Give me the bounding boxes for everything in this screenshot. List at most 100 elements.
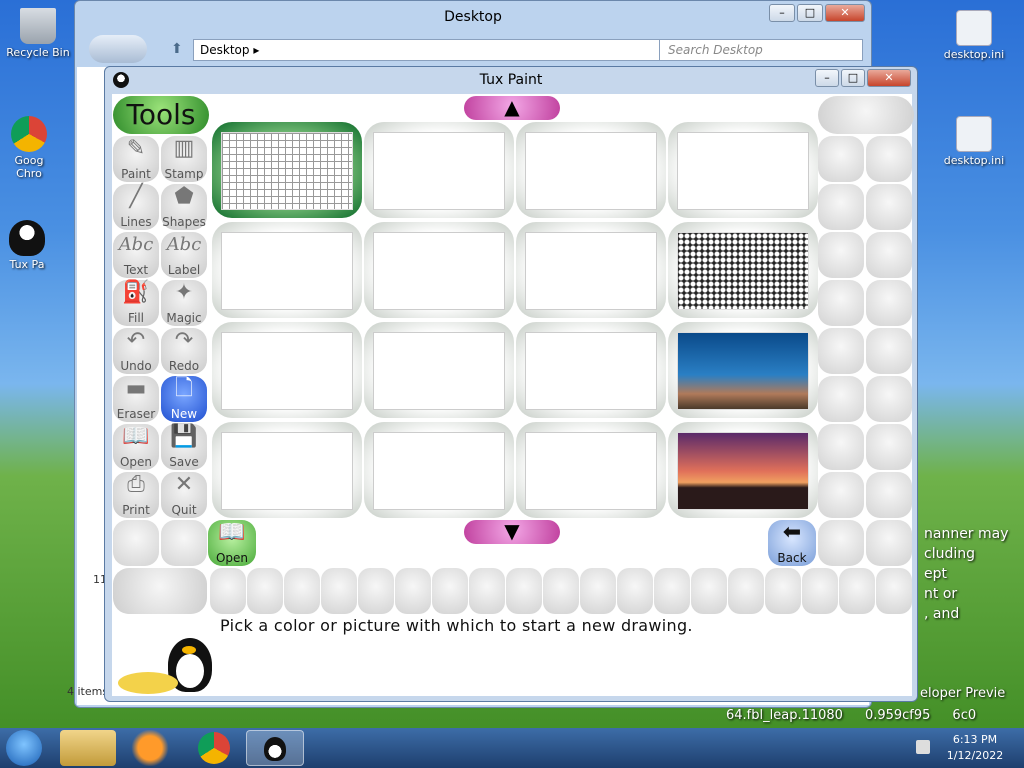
tux-close-button[interactable]: ✕ <box>867 69 911 87</box>
template-hexagons[interactable] <box>668 222 818 318</box>
color-swatch[interactable] <box>728 568 764 614</box>
explorer-close-button[interactable]: ✕ <box>825 4 865 22</box>
lines-icon: ╱ <box>129 184 143 209</box>
chrome-taskbar-button[interactable] <box>198 732 230 764</box>
tool-undo-button[interactable]: ↶ Undo <box>113 328 159 374</box>
selector-slot <box>818 328 864 374</box>
tool-print-button[interactable]: ⎙ Print <box>113 472 159 518</box>
color-swatch[interactable] <box>876 568 912 614</box>
puzzle-large-image <box>221 232 353 310</box>
template-hat[interactable] <box>364 122 514 218</box>
up-arrow-icon[interactable]: ⬆ <box>171 41 183 57</box>
tux-paint-shortcut-icon[interactable]: Tux Pa <box>2 220 52 271</box>
tool-label-button[interactable]: Abc Label <box>161 232 207 278</box>
selector-slot <box>866 424 912 470</box>
search-input[interactable]: Search Desktop <box>659 39 863 61</box>
color-swatch[interactable] <box>395 568 431 614</box>
tool-redo-button[interactable]: ↷ Redo <box>161 328 207 374</box>
template-dolphins[interactable] <box>516 222 666 318</box>
template-skull[interactable] <box>516 422 666 518</box>
recycle-bin-icon[interactable]: Recycle Bin <box>4 8 72 59</box>
tool-paint-button[interactable]: ✎ Paint <box>113 136 159 182</box>
color-swatch[interactable] <box>543 568 579 614</box>
color-swatch[interactable] <box>654 568 690 614</box>
back-forward-buttons[interactable] <box>89 35 147 63</box>
tool-label: Save <box>169 455 199 469</box>
scroll-down-button[interactable]: ▼ <box>464 520 560 544</box>
template-car[interactable] <box>364 322 514 418</box>
template-rocket[interactable] <box>212 422 362 518</box>
tux-canvas-area[interactable]: Tools ✎ Paint ▥ Stamp ╱ Lines ⬟ Shapes Abc Text Ab… <box>112 94 914 696</box>
tux-taskbar-icon <box>264 737 286 761</box>
tool-fill-button[interactable]: ⛽ Fill <box>113 280 159 326</box>
template-stained-glass-flower[interactable] <box>516 322 666 418</box>
color-swatch[interactable] <box>284 568 320 614</box>
selector-slot <box>866 184 912 230</box>
tool-quit-button[interactable]: ✕ Quit <box>161 472 207 518</box>
google-chrome-icon[interactable]: Goog Chro <box>2 116 56 180</box>
start-button[interactable] <box>6 730 42 766</box>
tool-label: Redo <box>168 359 200 373</box>
firefox-taskbar-button[interactable] <box>126 730 174 766</box>
back-button[interactable]: ⬅ Back <box>768 520 816 566</box>
dolphins-image <box>525 232 657 310</box>
selector-slot <box>866 472 912 518</box>
color-swatch[interactable] <box>506 568 542 614</box>
color-swatch[interactable] <box>691 568 727 614</box>
template-grid-paper[interactable] <box>212 122 362 218</box>
template-palm-sunset[interactable] <box>668 422 818 518</box>
down-triangle-icon: ▼ <box>504 519 520 543</box>
color-swatch[interactable] <box>839 568 875 614</box>
desktop-ini-icon-2[interactable]: desktop.ini <box>940 116 1008 167</box>
address-bar[interactable]: Desktop ▸ <box>193 39 721 61</box>
color-swatch[interactable] <box>432 568 468 614</box>
template-puzzle-small[interactable] <box>364 222 514 318</box>
tool-eraser-button[interactable]: ▬ Eraser <box>113 376 159 422</box>
tool-new-button[interactable]: 🗋 New <box>161 376 207 422</box>
color-swatch[interactable] <box>580 568 616 614</box>
blank-selector-slot <box>818 520 864 566</box>
color-swatch[interactable] <box>210 568 246 614</box>
template-underwater-reef[interactable] <box>668 322 818 418</box>
template-puzzle[interactable] <box>668 122 818 218</box>
watermark-part: 64.fbl_leap.11080 <box>726 708 843 723</box>
tux-maximize-button[interactable]: □ <box>841 69 865 87</box>
recycle-bin-label: Recycle Bin <box>6 46 70 59</box>
desktop-ini-label: desktop.ini <box>943 48 1005 61</box>
color-swatch[interactable] <box>321 568 357 614</box>
color-swatch[interactable] <box>247 568 283 614</box>
file-explorer-taskbar-button[interactable] <box>60 730 116 766</box>
template-beach-scene[interactable] <box>212 322 362 418</box>
underwater-reef-image <box>677 332 809 410</box>
beach-scene-image <box>221 332 353 410</box>
tux-paint-taskbar-button[interactable] <box>246 730 304 766</box>
tool-lines-button[interactable]: ╱ Lines <box>113 184 159 230</box>
tool-stamp-button[interactable]: ▥ Stamp <box>161 136 207 182</box>
template-beach-bbq[interactable] <box>364 422 514 518</box>
explorer-maximize-button[interactable]: □ <box>797 4 823 22</box>
open-button[interactable]: 📖 Open <box>208 520 256 566</box>
clock[interactable]: 6:13 PM 1/12/2022 <box>936 732 1014 764</box>
explorer-minimize-button[interactable]: – <box>769 4 795 22</box>
tray-flag-icon[interactable] <box>916 740 930 754</box>
wallpaper-text-line: ept <box>924 566 947 582</box>
tux-paint-window[interactable]: Tux Paint – □ ✕ Tools ✎ Paint ▥ Stamp ╱ Lines… <box>104 66 918 702</box>
template-airplane[interactable] <box>516 122 666 218</box>
selector-slot <box>818 136 864 182</box>
tool-text-button[interactable]: Abc Text <box>113 232 159 278</box>
tool-open-button[interactable]: 📖 Open <box>113 424 159 470</box>
color-swatch[interactable] <box>358 568 394 614</box>
color-swatch[interactable] <box>765 568 801 614</box>
color-swatch[interactable] <box>802 568 838 614</box>
tool-save-button[interactable]: 💾 Save <box>161 424 207 470</box>
desktop-ini-icon[interactable]: desktop.ini <box>940 10 1008 61</box>
tux-minimize-button[interactable]: – <box>815 69 839 87</box>
template-puzzle-large[interactable] <box>212 222 362 318</box>
color-swatch[interactable] <box>617 568 653 614</box>
scroll-up-button[interactable]: ▲ <box>464 96 560 120</box>
tool-magic-button[interactable]: ✦ Magic <box>161 280 207 326</box>
color-swatch[interactable] <box>469 568 505 614</box>
abc-icon: Abc <box>118 234 154 255</box>
tool-shapes-button[interactable]: ⬟ Shapes <box>161 184 207 230</box>
wallpaper-text: nanner may cluding ept nt or , and <box>924 524 1009 624</box>
